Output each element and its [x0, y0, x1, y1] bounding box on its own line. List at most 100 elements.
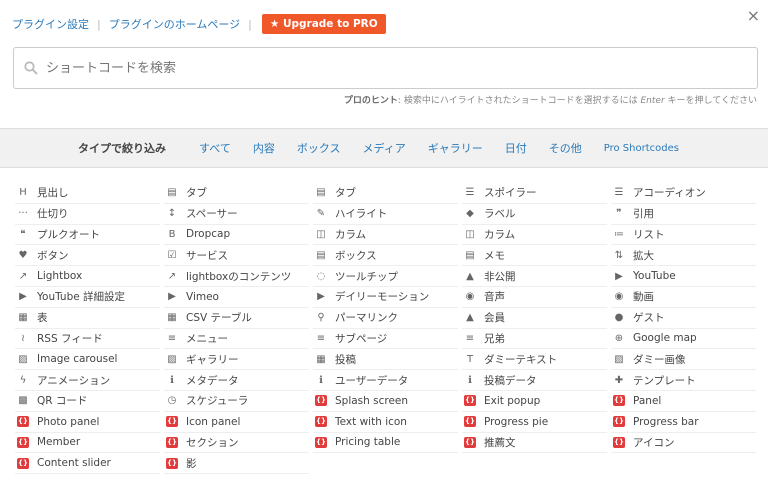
shortcode-item[interactable]: {} 推薦文 [462, 433, 607, 454]
shortcode-item[interactable]: ◉ 音声 [462, 287, 607, 308]
pro-icon: {} [613, 395, 625, 407]
shortcode-item[interactable]: ▨ ギャラリー [164, 349, 309, 371]
shortcode-item[interactable]: {} Pricing table [313, 433, 458, 454]
search-box[interactable] [13, 47, 758, 89]
shortcode-item[interactable]: ▲ 非公開 [462, 266, 607, 287]
shortcode-item[interactable]: ϟ アニメーション [15, 370, 160, 391]
filter-box[interactable]: ボックス [297, 140, 341, 156]
shortcode-item[interactable]: ❞ 引用 [611, 204, 756, 225]
list-icon: ☰ [614, 187, 624, 199]
shortcode-label: Progress bar [633, 415, 699, 428]
shortcode-item[interactable]: ℹ ユーザーデータ [313, 370, 458, 391]
shortcode-item[interactable]: ▤ タブ [164, 183, 309, 204]
close-icon[interactable]: × [747, 6, 760, 25]
shortcode-item[interactable]: H 見出し [15, 183, 160, 204]
shortcode-item[interactable]: ▤ タブ [313, 183, 458, 204]
shortcode-item[interactable]: ▩ QR コード [15, 391, 160, 412]
shortcode-item[interactable]: ● ゲスト [611, 308, 756, 329]
shortcode-item[interactable]: ⊕ Google map [611, 329, 756, 350]
shortcode-item[interactable]: ≀ RSS フィード [15, 329, 160, 350]
shortcode-item[interactable]: {} Progress pie [462, 412, 607, 433]
shortcode-item[interactable]: {} セクション [164, 433, 309, 454]
shortcode-item[interactable]: ◷ スケジューラ [164, 391, 309, 412]
shortcode-item[interactable]: ☰ アコーディオン [611, 183, 756, 204]
shortcode-item[interactable]: ≡ サブページ [313, 329, 458, 350]
shortcode-item[interactable]: ▤ メモ [462, 245, 607, 267]
shortcode-item[interactable]: ℹ メタデータ [164, 370, 309, 391]
filter-pro-shortcodes[interactable]: Pro Shortcodes [604, 143, 679, 154]
link-icon: ⚲ [317, 312, 325, 324]
shortcode-item[interactable]: ≡ メニュー [164, 329, 309, 350]
shortcode-item[interactable]: {} Icon panel [164, 412, 309, 433]
filter-all[interactable]: すべて [199, 140, 231, 156]
shortcode-label: ボタン [37, 249, 69, 262]
filter-content[interactable]: 内容 [253, 140, 275, 156]
shortcode-label: アニメーション [37, 374, 111, 387]
shortcode-label: Content slider [37, 457, 111, 470]
shortcode-item[interactable]: ↕ スペーサー [164, 204, 309, 225]
plugin-settings-link[interactable]: プラグイン設定 [12, 16, 89, 32]
filter-other[interactable]: その他 [549, 140, 582, 156]
table-icon: ▦ [18, 312, 28, 324]
shortcode-item[interactable]: {} Text with icon [313, 412, 458, 433]
shortcode-item[interactable]: ↗ lightboxのコンテンツ [164, 266, 309, 287]
shortcode-item[interactable]: ▶ Vimeo [164, 287, 309, 308]
shortcode-item[interactable]: ▦ 表 [15, 308, 160, 329]
shortcode-item[interactable]: ◉ 動画 [611, 287, 756, 308]
shortcode-item[interactable]: ↗ Lightbox [15, 266, 160, 287]
shortcode-item[interactable]: ℹ 投稿データ [462, 370, 607, 391]
shortcode-item[interactable]: {} アイコン [611, 433, 756, 454]
shortcode-item[interactable]: ▦ 投稿 [313, 349, 458, 371]
shortcode-item[interactable]: ✚ テンプレート [611, 370, 756, 391]
shortcode-item[interactable]: ☑ サービス [164, 245, 309, 267]
shortcode-item[interactable]: ▲ 会員 [462, 308, 607, 329]
youtube-icon: ▶ [317, 291, 325, 303]
upgrade-to-pro-button[interactable]: ★ Upgrade to PRO [261, 14, 386, 34]
shortcode-item[interactable]: {} Panel [611, 391, 756, 412]
shortcode-item[interactable]: ▦ CSV テーブル [164, 308, 309, 329]
shortcode-item[interactable]: {} Exit popup [462, 391, 607, 412]
search-input[interactable] [46, 60, 696, 76]
shortcode-item[interactable]: {} Progress bar [611, 412, 756, 433]
comment-icon: ◌ [316, 270, 326, 282]
shortcode-label: カラム [484, 228, 516, 241]
shortcode-item[interactable]: ⇅ 拡大 [611, 245, 756, 267]
shortcode-item[interactable]: ▤ ボックス [313, 245, 458, 267]
shortcode-item[interactable]: {} Member [15, 433, 160, 454]
shortcode-label: Exit popup [484, 394, 541, 407]
shortcode-item[interactable]: {} Splash screen [313, 391, 458, 412]
shortcode-item[interactable]: ❝ プルクオート [15, 225, 160, 246]
shortcode-label: Pricing table [335, 436, 401, 449]
plugin-homepage-link[interactable]: プラグインのホームページ [109, 16, 240, 32]
shortcode-item[interactable]: ◫ カラム [462, 225, 607, 246]
shortcode-item[interactable]: ··· 仕切り [15, 204, 160, 225]
shortcode-item[interactable]: ◆ ラベル [462, 204, 607, 225]
shortcode-item[interactable]: ✎ ハイライト [313, 204, 458, 225]
shortcode-item[interactable]: {} 影 [164, 453, 309, 475]
shortcode-item[interactable]: ◫ カラム [313, 225, 458, 246]
shortcode-item[interactable]: ☰ スポイラー [462, 183, 607, 204]
shortcode-item[interactable]: ▶ YouTube 詳細設定 [15, 287, 160, 308]
shortcode-item[interactable]: {} Content slider [15, 453, 160, 475]
filter-media[interactable]: メディア [363, 140, 406, 156]
arrows-vertical-icon: ↕ [167, 208, 177, 220]
image-icon: ▨ [167, 353, 177, 365]
pro-icon: {} [315, 416, 327, 428]
shortcode-item[interactable]: ≡ 兄弟 [462, 329, 607, 350]
tag-icon: ◆ [466, 208, 474, 220]
shortcode-item[interactable]: ▶ YouTube [611, 266, 756, 287]
shortcode-item[interactable]: ⚲ パーマリンク [313, 308, 458, 329]
clock-icon: ◷ [167, 395, 177, 407]
shortcode-item[interactable]: ▨ ダミー画像 [611, 349, 756, 371]
shortcode-item[interactable]: ▨ Image carousel [15, 349, 160, 371]
shortcode-item[interactable]: ▶ デイリーモーション [313, 287, 458, 308]
filter-gallery[interactable]: ギャラリー [428, 140, 483, 156]
filter-date[interactable]: 日付 [505, 140, 527, 156]
pro-icon: {} [17, 416, 29, 428]
shortcode-item[interactable]: ◌ ツールチップ [313, 266, 458, 287]
shortcode-item[interactable]: {} Photo panel [15, 412, 160, 433]
shortcode-item[interactable]: T ダミーテキスト [462, 349, 607, 371]
shortcode-item[interactable]: ≔ リスト [611, 225, 756, 246]
shortcode-item[interactable]: ♥ ボタン [15, 245, 160, 267]
shortcode-item[interactable]: B Dropcap [164, 225, 309, 246]
